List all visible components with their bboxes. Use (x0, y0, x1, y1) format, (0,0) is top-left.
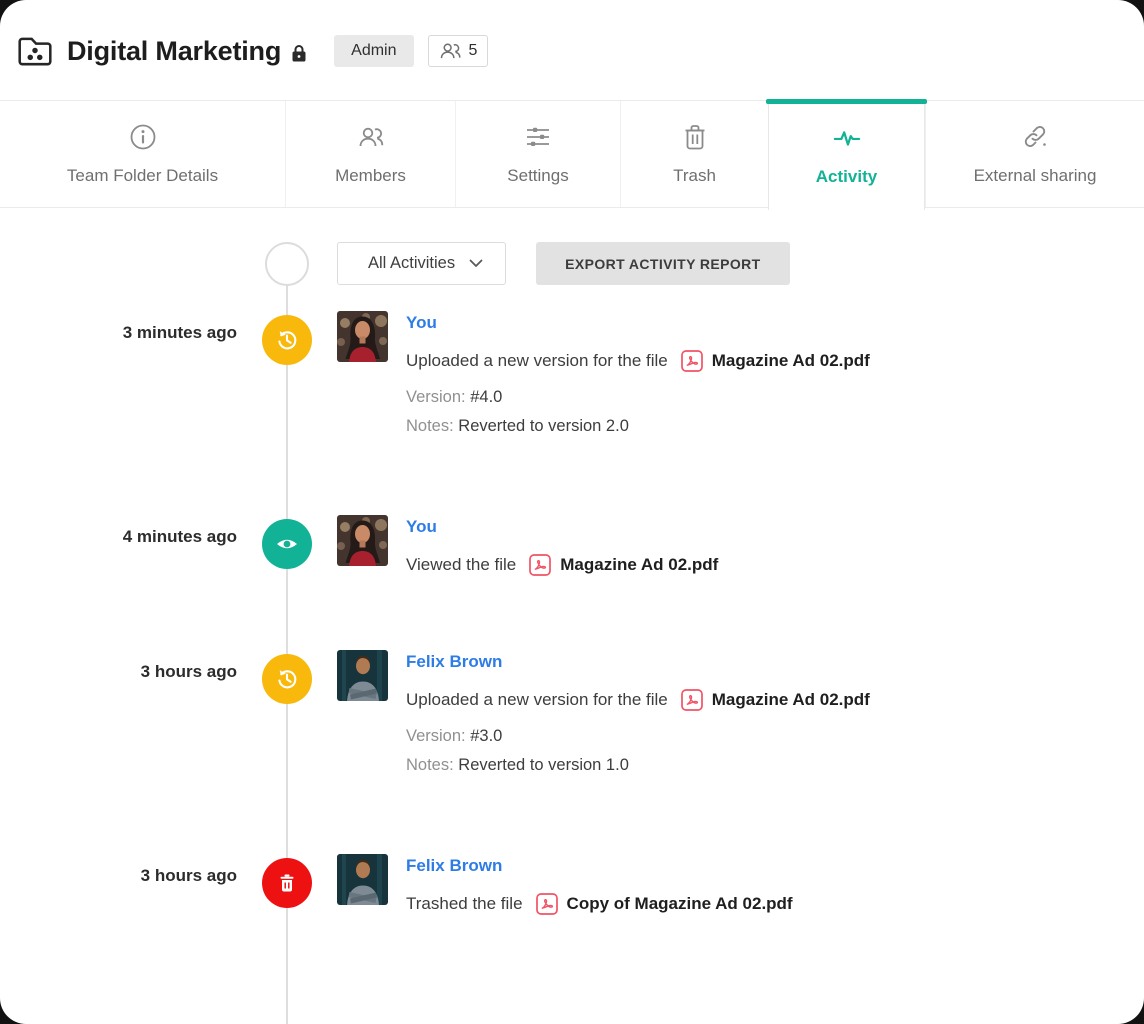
activity-time: 3 minutes ago (0, 311, 237, 347)
actor-link[interactable]: You (406, 313, 437, 333)
tab-activity[interactable]: Activity (768, 101, 925, 210)
timeline-start-dot (265, 242, 309, 286)
version-label: Version: (406, 727, 466, 745)
restore-version-icon (262, 654, 312, 704)
trash-icon (262, 858, 312, 908)
avatar (337, 515, 388, 566)
avatar (337, 311, 388, 362)
members-icon (439, 42, 462, 60)
file-name[interactable]: Magazine Ad 02.pdf (560, 555, 718, 575)
chevron-down-icon (469, 259, 483, 268)
member-count: 5 (469, 42, 478, 60)
version-value: #3.0 (470, 727, 502, 745)
pdf-file-icon (681, 350, 703, 372)
restore-version-icon (262, 315, 312, 365)
tab-label: Settings (507, 166, 568, 186)
file-name[interactable]: Copy of Magazine Ad 02.pdf (567, 894, 793, 914)
file-name[interactable]: Magazine Ad 02.pdf (712, 351, 870, 371)
action-text: Trashed the file (406, 894, 523, 914)
file-name[interactable]: Magazine Ad 02.pdf (712, 690, 870, 710)
export-activity-report-button[interactable]: EXPORT ACTIVITY REPORT (536, 242, 790, 285)
action-text: Uploaded a new version for the file (406, 351, 668, 371)
pulse-icon (833, 124, 861, 152)
actor-link[interactable]: Felix Brown (406, 856, 502, 876)
link-icon (1021, 123, 1049, 151)
tab-members[interactable]: Members (285, 101, 455, 207)
tab-external-sharing[interactable]: External sharing (925, 101, 1144, 207)
action-text: Viewed the file (406, 555, 516, 575)
avatar (337, 854, 388, 905)
tab-label: Trash (673, 166, 716, 186)
tab-settings[interactable]: Settings (455, 101, 620, 207)
notes-value: Reverted to version 2.0 (458, 417, 629, 435)
notes-value: Reverted to version 1.0 (458, 756, 629, 774)
notes-label: Notes: (406, 417, 454, 435)
activity-entry: 3 hours ago (0, 854, 1144, 915)
page-title: Digital Marketing (67, 36, 281, 67)
pdf-file-icon (529, 554, 551, 576)
team-folder-window: Digital Marketing Admin 5 Team Folder (0, 0, 1144, 1024)
role-badge: Admin (334, 35, 413, 67)
member-count-button[interactable]: 5 (428, 35, 489, 67)
activity-entry: 3 hours ago (0, 650, 1144, 780)
tab-label: Activity (816, 167, 877, 187)
notes-label: Notes: (406, 756, 454, 774)
pdf-file-icon (536, 893, 558, 915)
toolbar: All Activities EXPORT ACTIVITY REPORT (0, 242, 1144, 286)
info-icon (129, 123, 157, 151)
version-meta: Version: #3.0 Notes: Reverted to version… (406, 722, 870, 780)
filter-value: All Activities (368, 254, 455, 273)
tab-label: Team Folder Details (67, 166, 218, 186)
activity-filter-dropdown[interactable]: All Activities (337, 242, 506, 285)
avatar (337, 650, 388, 701)
version-meta: Version: #4.0 Notes: Reverted to version… (406, 383, 870, 441)
actor-link[interactable]: Felix Brown (406, 652, 502, 672)
activity-time: 3 hours ago (0, 650, 237, 686)
trash-icon (681, 123, 709, 151)
tab-bar: Team Folder Details Members Settings (0, 100, 1144, 208)
tab-team-folder-details[interactable]: Team Folder Details (0, 101, 285, 207)
actor-link[interactable]: You (406, 517, 437, 537)
action-text: Uploaded a new version for the file (406, 690, 668, 710)
eye-icon (262, 519, 312, 569)
version-value: #4.0 (470, 388, 502, 406)
activity-entry: 3 minutes ago (0, 311, 1144, 441)
lock-icon (291, 44, 307, 62)
tab-trash[interactable]: Trash (620, 101, 768, 207)
activity-time: 3 hours ago (0, 854, 237, 890)
team-folder-icon (16, 32, 54, 70)
members-icon (357, 123, 385, 151)
activity-entry: 4 minutes ago (0, 515, 1144, 576)
activity-time: 4 minutes ago (0, 515, 237, 551)
sliders-icon (524, 123, 552, 151)
tab-label: Members (335, 166, 406, 186)
version-label: Version: (406, 388, 466, 406)
pdf-file-icon (681, 689, 703, 711)
header: Digital Marketing Admin 5 (0, 0, 1144, 100)
activity-timeline: All Activities EXPORT ACTIVITY REPORT 3 … (0, 208, 1144, 915)
tab-label: External sharing (974, 166, 1097, 186)
